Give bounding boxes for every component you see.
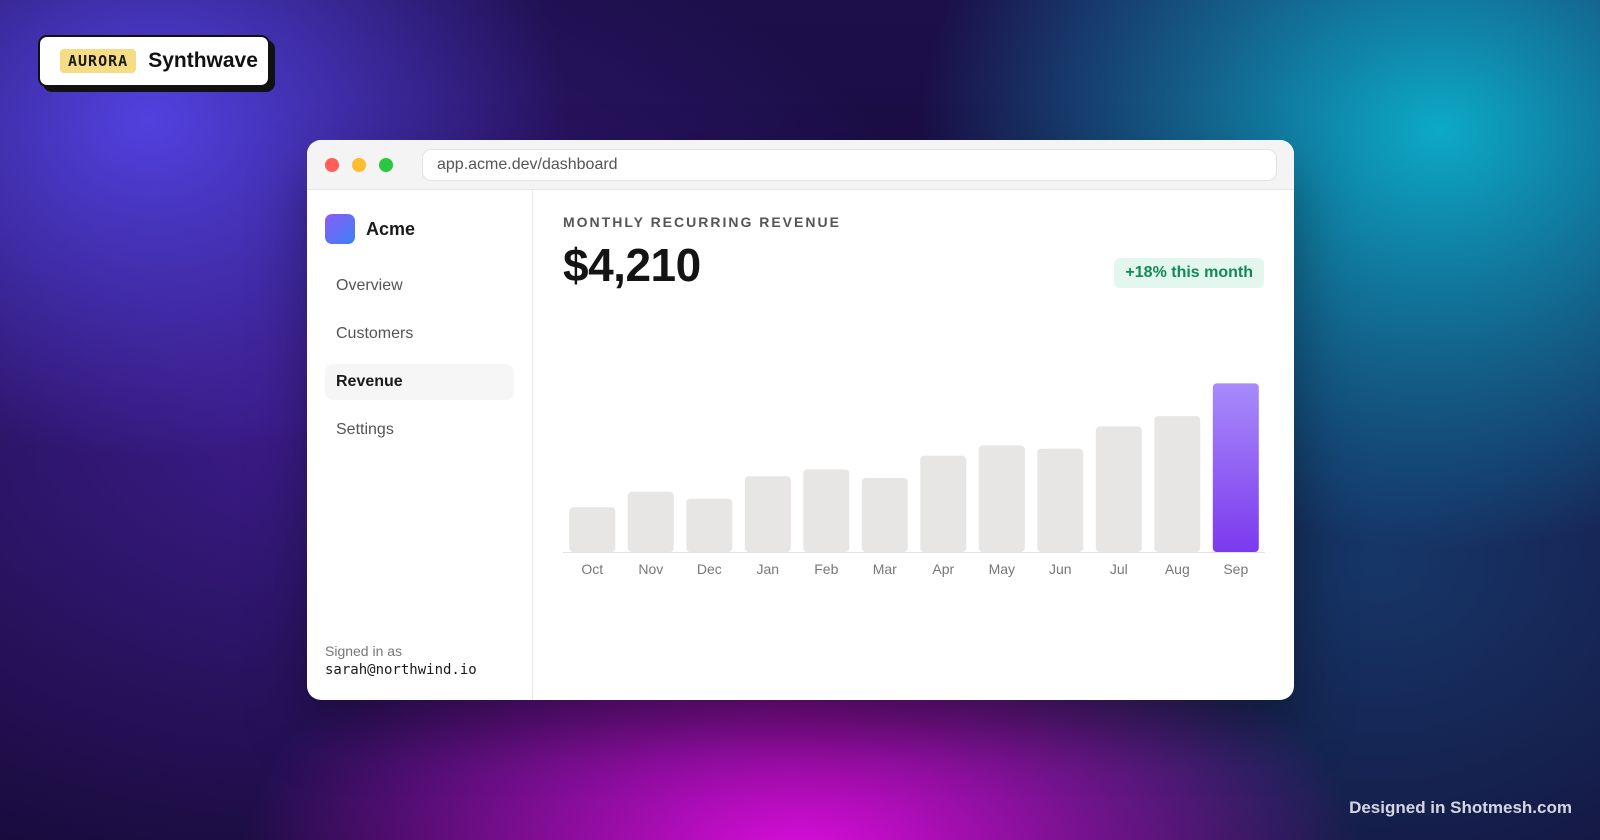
app-logo-icon: [325, 214, 355, 244]
x-tick-label: Aug: [1165, 561, 1190, 577]
x-tick-label: Jun: [1049, 561, 1072, 577]
x-tick-label: May: [989, 561, 1015, 577]
bar-sep[interactable]: [1212, 383, 1259, 552]
main-content: MONTHLY RECURRING REVENUE $4,210 +18% th…: [533, 190, 1294, 700]
x-tick-label: Feb: [814, 561, 838, 577]
footer-credit: Designed in Shotmesh.com: [1349, 798, 1572, 817]
bar-aug[interactable]: [1154, 416, 1201, 552]
revenue-bar-chart: Oct Nov Dec Jan Feb Mar Apr May Jun Jul Aug Sep: [563, 380, 1265, 590]
app-name: Acme: [366, 218, 416, 239]
chart-canvas: Oct Nov Dec Jan Feb Mar Apr May Jun Jul Aug Sep: [563, 383, 1265, 577]
maximize-window-button[interactable]: [379, 157, 393, 172]
app-body: Acme Overview Customers Revenue Settings…: [307, 190, 1294, 700]
bar-apr[interactable]: [920, 455, 967, 552]
bar-jun[interactable]: [1037, 448, 1084, 552]
browser-titlebar: app.acme.dev/dashboard: [307, 140, 1294, 190]
delta-badge: +18% this month: [1114, 258, 1264, 288]
close-window-button[interactable]: [325, 157, 339, 172]
signed-in-info: Signed in as sarah@northwind.io: [325, 643, 477, 678]
x-tick-label: Jul: [1110, 561, 1128, 577]
x-tick-label: Dec: [697, 561, 722, 577]
x-tick-label: Mar: [873, 561, 897, 577]
x-tick-label: Oct: [581, 561, 603, 577]
sidebar-item-settings[interactable]: Settings: [325, 412, 514, 448]
x-tick-label: Jan: [757, 561, 780, 577]
address-bar-url: app.acme.dev/dashboard: [437, 155, 618, 173]
bar-feb[interactable]: [803, 469, 850, 552]
sidebar-item-label: Overview: [336, 277, 403, 294]
bar-jan[interactable]: [744, 476, 791, 552]
sidebar-item-overview[interactable]: Overview: [325, 268, 514, 304]
bar-nov[interactable]: [627, 491, 674, 552]
sidebar-item-revenue[interactable]: Revenue: [325, 364, 514, 400]
sidebar-item-label: Settings: [336, 421, 394, 438]
bar-may[interactable]: [978, 445, 1025, 552]
bar-oct[interactable]: [569, 507, 616, 552]
x-tick-label: Nov: [638, 561, 663, 577]
brand-badge: AURORA Synthwave: [38, 35, 270, 87]
minimize-window-button[interactable]: [352, 157, 366, 172]
sidebar-item-label: Revenue: [336, 373, 403, 390]
brand-tag: AURORA: [60, 49, 137, 73]
sidebar-item-customers[interactable]: Customers: [325, 316, 514, 352]
browser-window: app.acme.dev/dashboard Acme Overview Cus…: [307, 140, 1294, 700]
sidebar: Acme Overview Customers Revenue Settings…: [307, 190, 533, 700]
address-bar[interactable]: app.acme.dev/dashboard: [422, 148, 1277, 181]
signed-in-label: Signed in as: [325, 643, 403, 659]
x-tick-label: Sep: [1223, 561, 1248, 577]
x-tick-label: Apr: [932, 561, 954, 577]
bar-dec[interactable]: [686, 498, 733, 552]
bar-mar[interactable]: [861, 478, 908, 552]
metric-label: MONTHLY RECURRING REVENUE: [563, 214, 841, 230]
bar-jul[interactable]: [1095, 426, 1142, 552]
signed-in-email: sarah@northwind.io: [325, 662, 477, 678]
sidebar-item-label: Customers: [336, 325, 414, 342]
sidebar-nav: Overview Customers Revenue Settings: [325, 268, 514, 448]
app-brand[interactable]: Acme: [325, 214, 514, 244]
brand-name: Synthwave: [148, 49, 258, 72]
